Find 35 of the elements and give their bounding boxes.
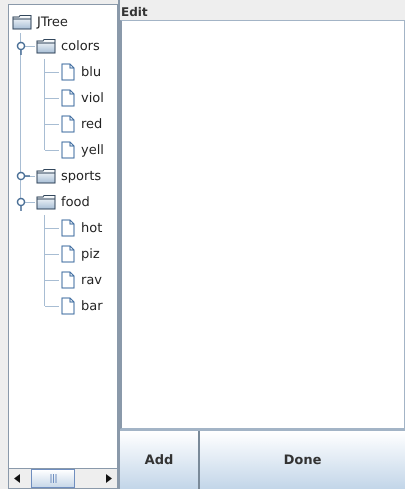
tree-node-label[interactable]: viol: [81, 90, 104, 106]
tree-node-label[interactable]: yell: [81, 142, 104, 158]
expand-handle-icon[interactable]: [16, 171, 30, 181]
editor-title: Edit: [120, 4, 149, 20]
folder-icon: [36, 194, 56, 210]
folder-icon: [36, 38, 56, 54]
collapse-handle-icon[interactable]: [16, 41, 26, 55]
tree-node-label[interactable]: blu: [81, 64, 102, 80]
document-icon: [60, 141, 76, 159]
tree-node-label[interactable]: food: [61, 194, 90, 210]
tree-node-label[interactable]: sports: [61, 168, 102, 184]
scroll-thumb[interactable]: [31, 469, 75, 488]
document-icon: [60, 245, 76, 263]
folder-icon: [12, 14, 32, 30]
document-icon: [60, 297, 76, 315]
tree-node-label[interactable]: piz: [81, 246, 100, 262]
tree-node-label[interactable]: hot: [81, 220, 102, 236]
tree-node-label[interactable]: red: [81, 116, 102, 132]
document-icon: [60, 89, 76, 107]
add-button[interactable]: Add: [120, 431, 200, 489]
collapse-handle-icon[interactable]: [16, 197, 26, 211]
document-icon: [60, 219, 76, 237]
scroll-left-icon[interactable]: [14, 474, 20, 483]
tree-node-label[interactable]: bar: [81, 298, 103, 314]
document-icon: [60, 271, 76, 289]
horizontal-scrollbar[interactable]: [8, 468, 118, 489]
tree-node-label[interactable]: rav: [81, 272, 102, 288]
tree-node-label[interactable]: colors: [61, 38, 100, 54]
document-icon: [60, 115, 76, 133]
folder-icon: [36, 168, 56, 184]
grip-icon: [50, 474, 56, 483]
scroll-right-icon[interactable]: [106, 474, 112, 483]
document-icon: [60, 63, 76, 81]
done-button[interactable]: Done: [200, 431, 405, 489]
tree-node-label[interactable]: JTree: [37, 14, 68, 30]
